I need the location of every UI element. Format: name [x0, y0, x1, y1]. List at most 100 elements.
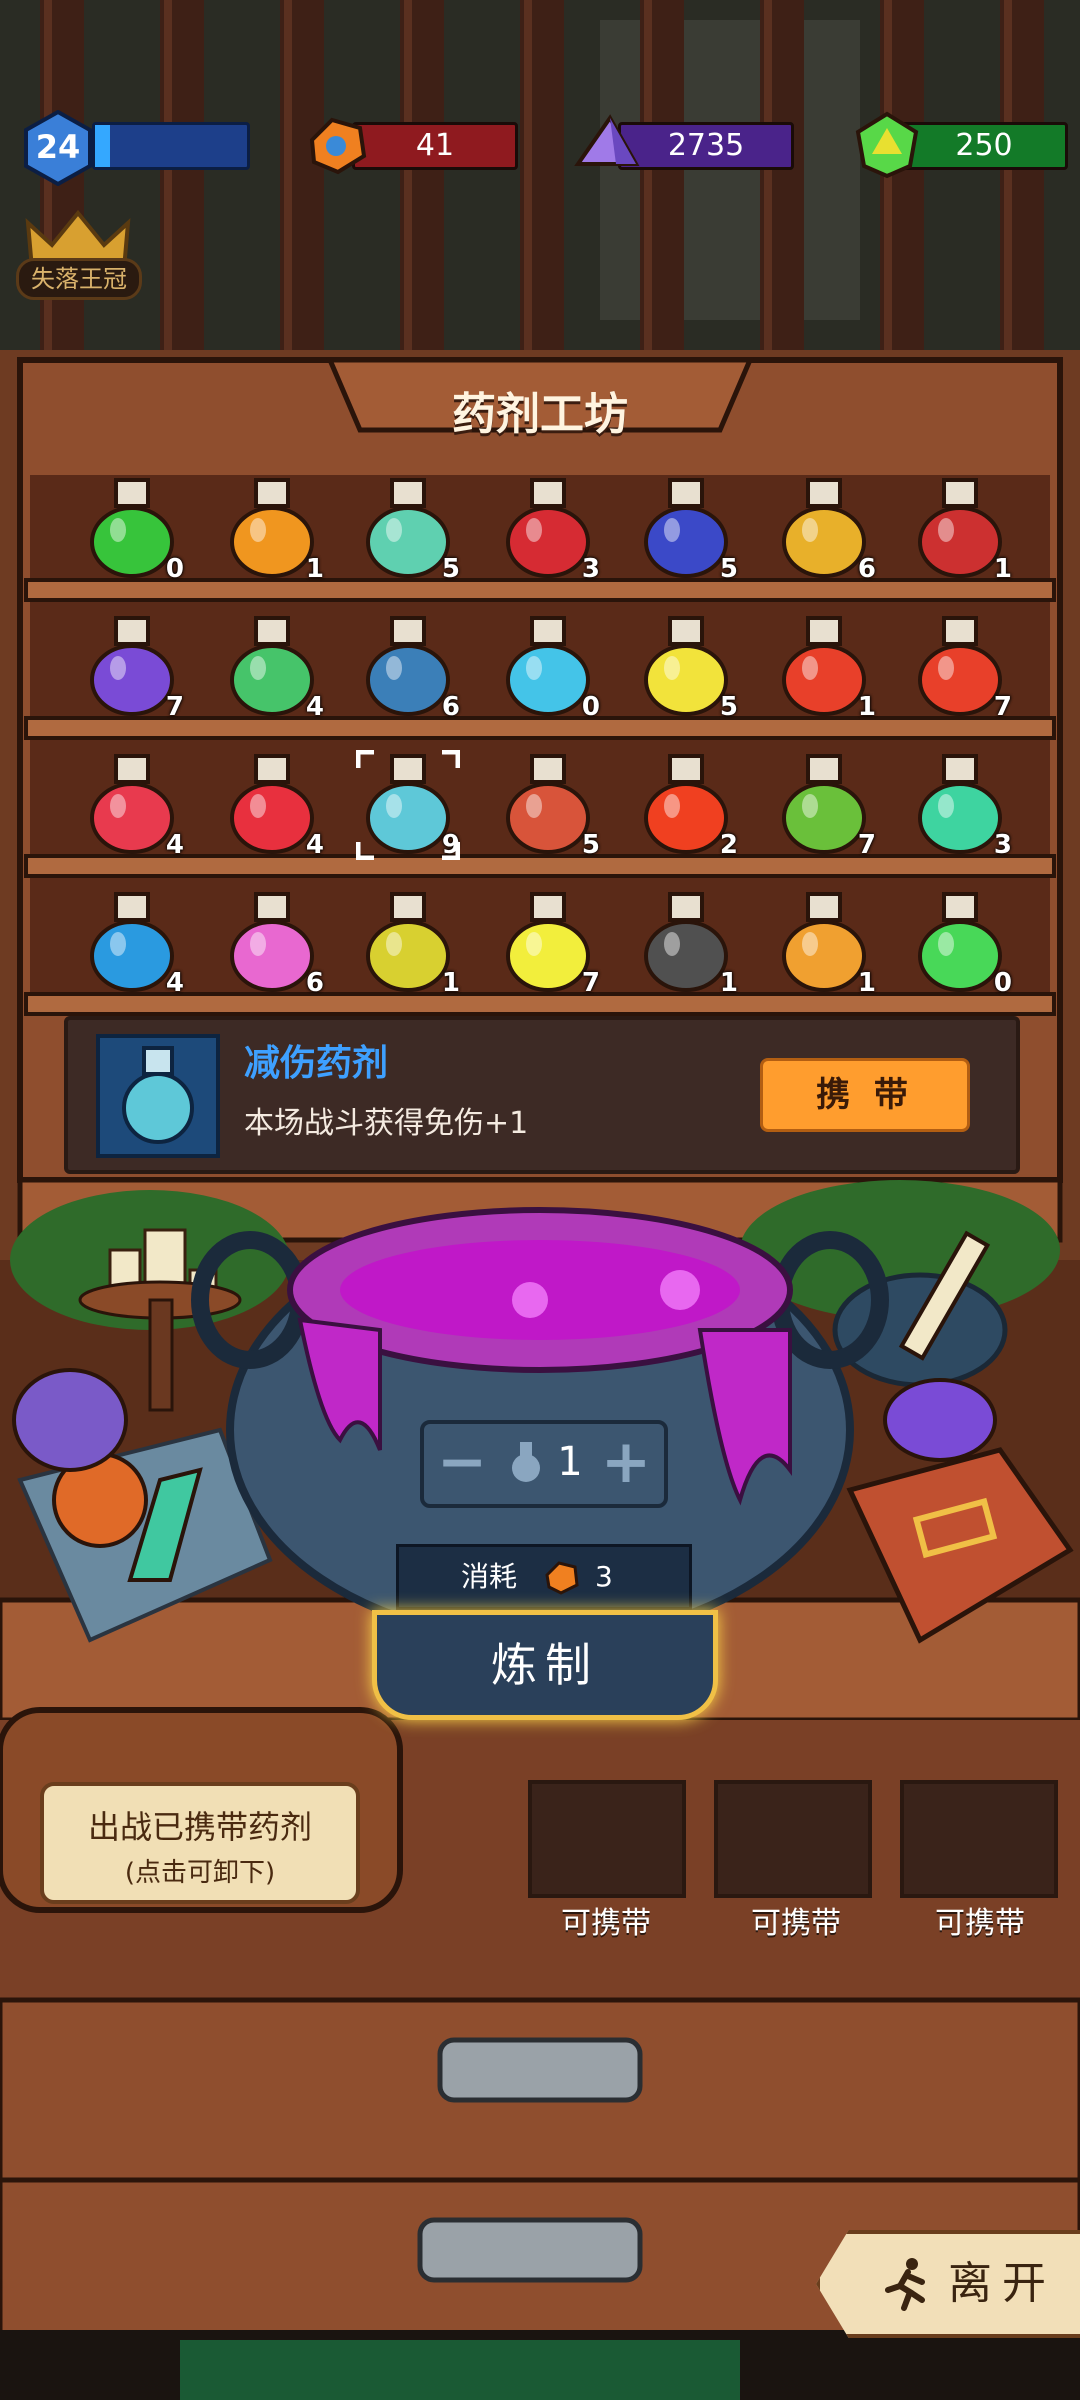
potion-slot[interactable]: 1: [626, 882, 746, 1002]
running-man-icon: [885, 2258, 925, 2311]
level-badge[interactable]: 24: [20, 110, 96, 186]
potion-slot[interactable]: 1: [764, 606, 884, 726]
xp-bar: [92, 122, 250, 170]
potion-count: 5: [581, 830, 600, 860]
quantity-value: 1: [557, 1439, 583, 1485]
potion-count: 6: [857, 554, 876, 584]
green-gem-value: 250: [955, 128, 1013, 163]
level-value: 24: [36, 128, 81, 166]
potion-count: 0: [993, 968, 1012, 998]
carry-slot-1[interactable]: [528, 1780, 686, 1898]
potion-count: 4: [165, 830, 184, 860]
leave-button[interactable]: 离开: [816, 2230, 1080, 2338]
potion-slot[interactable]: 3: [488, 468, 608, 588]
potion-slot[interactable]: 2: [626, 744, 746, 864]
potion-count: 1: [305, 554, 324, 584]
cost-value: 3: [595, 1560, 613, 1593]
quantity-stepper: − 1 +: [420, 1420, 668, 1508]
selected-potion-frame: [356, 750, 460, 860]
carried-title: 出战已携带药剂: [87, 1808, 312, 1846]
potion-count: 6: [441, 692, 460, 722]
potion-count: 1: [993, 554, 1012, 584]
hud-bar: 24 41 2735 250: [0, 110, 1080, 190]
cost-display: 消耗 3: [396, 1544, 692, 1610]
potion-slot[interactable]: 4: [212, 744, 332, 864]
carried-potions-label[interactable]: 出战已携带药剂 (点击可卸下): [40, 1782, 360, 1904]
potion-count: 0: [581, 692, 600, 722]
potion-count: 7: [581, 968, 600, 998]
potion-slot[interactable]: 4: [72, 744, 192, 864]
crown-label: 失落王冠: [16, 258, 142, 300]
potion-slot[interactable]: 7: [764, 744, 884, 864]
potion-slot[interactable]: 4: [212, 606, 332, 726]
carry-slot-3[interactable]: [900, 1780, 1058, 1898]
flask-icon: [122, 1046, 194, 1144]
carry-slot-2[interactable]: [714, 1780, 872, 1898]
orange-gem-icon: [309, 117, 367, 175]
carry-slot-3-label: 可携带: [935, 1906, 1025, 1941]
potion-name: 减伤药剂: [244, 1043, 389, 1084]
potion-slot[interactable]: 6: [212, 882, 332, 1002]
potion-slot[interactable]: 7: [72, 606, 192, 726]
orange-gem-icon: [545, 1561, 579, 1595]
potion-slot[interactable]: 4: [72, 882, 192, 1002]
carry-slot-2-label: 可携带: [751, 1906, 841, 1941]
potion-slot[interactable]: 5: [626, 468, 746, 588]
carried-subtitle: (点击可卸下): [124, 1858, 276, 1888]
potion-slot[interactable]: 1: [900, 468, 1020, 588]
potion-slot[interactable]: 1: [212, 468, 332, 588]
potion-count: 7: [993, 692, 1012, 722]
purple-crystal-value: 2735: [667, 128, 745, 163]
orange-gem-counter[interactable]: 41: [352, 122, 518, 170]
potion-slot[interactable]: 1: [764, 882, 884, 1002]
potion-description: 本场战斗获得免伤+1: [244, 1106, 529, 1141]
potion-count: 0: [165, 554, 184, 584]
potion-count: 7: [857, 830, 876, 860]
brew-button[interactable]: 炼制: [372, 1610, 718, 1720]
potion-slot[interactable]: 5: [348, 468, 468, 588]
green-gem-icon: [855, 111, 919, 179]
cost-label: 消耗: [461, 1560, 518, 1593]
green-gem-counter[interactable]: 250: [900, 122, 1068, 170]
potion-slot[interactable]: 7: [488, 882, 608, 1002]
potion-slot[interactable]: 5: [488, 744, 608, 864]
potion-count: 4: [305, 830, 324, 860]
flask-icon: [512, 1442, 540, 1482]
page-title: 药剂工坊: [452, 389, 628, 440]
potion-count: 1: [857, 692, 876, 722]
purple-crystal-icon: [574, 114, 640, 166]
orange-gem-value: 41: [415, 128, 455, 163]
purple-crystal-counter[interactable]: 2735: [618, 122, 794, 170]
potion-count: 4: [165, 968, 184, 998]
background-scene: [0, 0, 1080, 2400]
potion-count: 2: [719, 830, 738, 860]
potion-slot[interactable]: 6: [764, 468, 884, 588]
carry-slot-1-label: 可携带: [561, 1906, 651, 1941]
potion-count: 3: [581, 554, 600, 584]
potion-count: 1: [441, 968, 460, 998]
potion-slot[interactable]: 7: [900, 606, 1020, 726]
potion-slot[interactable]: 6: [348, 606, 468, 726]
potion-count: 1: [857, 968, 876, 998]
detail-potion-icon-frame: [96, 1034, 220, 1158]
potion-count: 5: [441, 554, 460, 584]
potion-slot[interactable]: 5: [626, 606, 746, 726]
potion-count: 3: [993, 830, 1012, 860]
potion-count: 6: [305, 968, 324, 998]
potion-count: 5: [719, 692, 738, 722]
decrease-button[interactable]: −: [432, 1430, 492, 1494]
potion-detail-panel: 减伤药剂 本场战斗获得免伤+1 携 带: [64, 1016, 1020, 1174]
potion-slot[interactable]: 0: [900, 882, 1020, 1002]
potion-slot[interactable]: 0: [488, 606, 608, 726]
potion-slot[interactable]: 3: [900, 744, 1020, 864]
potion-count: 4: [305, 692, 324, 722]
potion-count: 5: [719, 554, 738, 584]
leave-label: 离开: [948, 2258, 1056, 2309]
increase-button[interactable]: +: [596, 1430, 656, 1494]
potion-slot[interactable]: 0: [72, 468, 192, 588]
carry-button[interactable]: 携 带: [760, 1058, 970, 1132]
potion-count: 7: [165, 692, 184, 722]
potion-slot[interactable]: 1: [348, 882, 468, 1002]
potion-count: 1: [719, 968, 738, 998]
xp-fill: [95, 125, 111, 167]
